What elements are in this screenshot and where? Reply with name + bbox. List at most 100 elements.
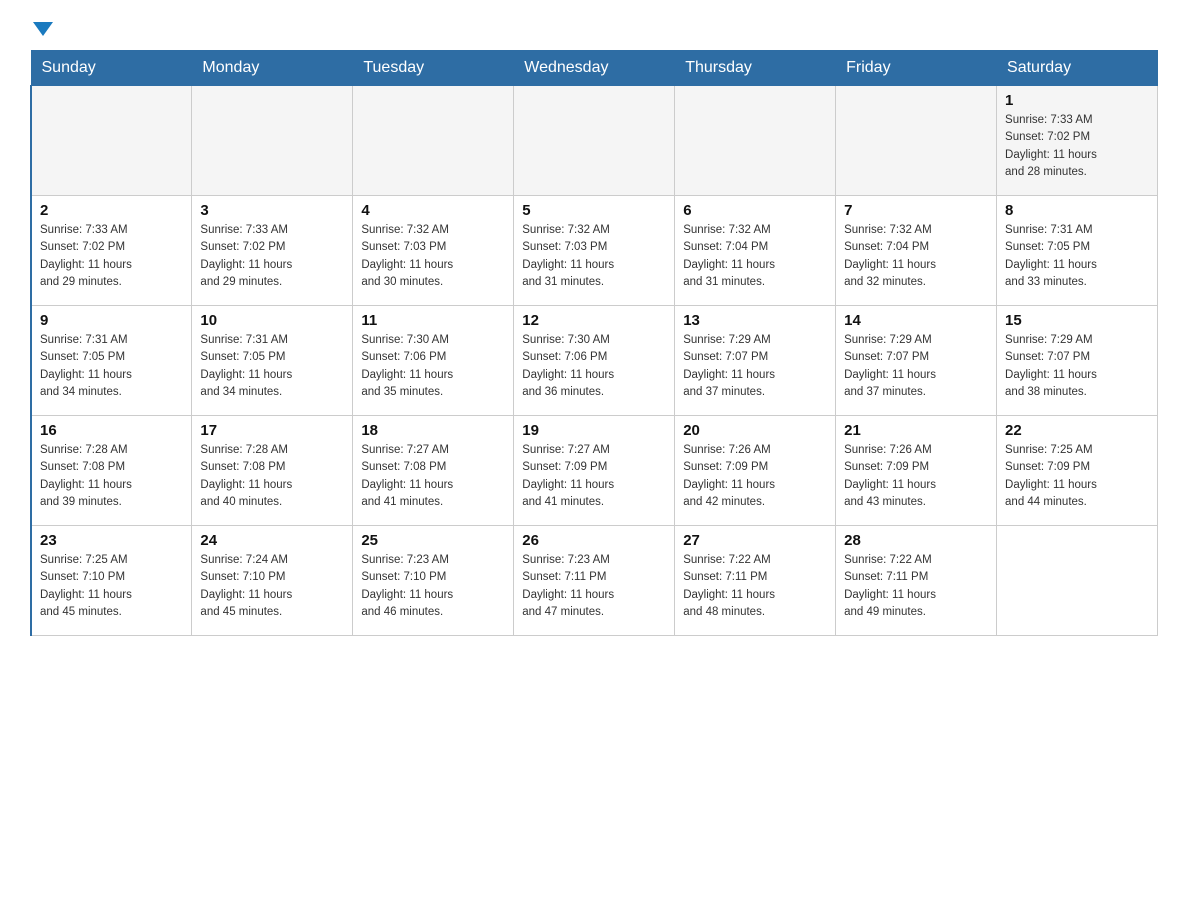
day-info: Sunrise: 7:32 AMSunset: 7:04 PMDaylight:… [683,222,827,291]
day-number: 25 [361,532,505,549]
day-number: 15 [1005,312,1149,329]
day-info: Sunrise: 7:22 AMSunset: 7:11 PMDaylight:… [683,552,827,621]
day-number: 10 [200,312,344,329]
calendar-cell: 8 Sunrise: 7:31 AMSunset: 7:05 PMDaylight… [997,196,1158,306]
calendar-cell [353,86,514,196]
calendar-cell: 25 Sunrise: 7:23 AMSunset: 7:10 PMDayligh… [353,526,514,636]
day-info: Sunrise: 7:29 AMSunset: 7:07 PMDaylight:… [844,332,988,401]
day-number: 9 [40,312,183,329]
calendar-cell: 1 Sunrise: 7:33 AMSunset: 7:02 PMDaylight… [997,86,1158,196]
calendar-cell: 27 Sunrise: 7:22 AMSunset: 7:11 PMDayligh… [675,526,836,636]
day-number: 4 [361,202,505,219]
day-info: Sunrise: 7:22 AMSunset: 7:11 PMDaylight:… [844,552,988,621]
day-number: 13 [683,312,827,329]
day-info: Sunrise: 7:30 AMSunset: 7:06 PMDaylight:… [361,332,505,401]
day-number: 27 [683,532,827,549]
day-info: Sunrise: 7:28 AMSunset: 7:08 PMDaylight:… [200,442,344,511]
calendar-cell: 20 Sunrise: 7:26 AMSunset: 7:09 PMDayligh… [675,416,836,526]
day-info: Sunrise: 7:30 AMSunset: 7:06 PMDaylight:… [522,332,666,401]
day-info: Sunrise: 7:31 AMSunset: 7:05 PMDaylight:… [200,332,344,401]
day-info: Sunrise: 7:33 AMSunset: 7:02 PMDaylight:… [200,222,344,291]
calendar-cell: 7 Sunrise: 7:32 AMSunset: 7:04 PMDaylight… [836,196,997,306]
day-number: 8 [1005,202,1149,219]
day-number: 23 [40,532,183,549]
day-number: 14 [844,312,988,329]
day-number: 12 [522,312,666,329]
calendar-cell: 28Sunrise: 7:22 AMSunset: 7:11 PMDayligh… [836,526,997,636]
calendar-cell [31,86,192,196]
day-of-week-header: Sunday [31,51,192,86]
day-info: Sunrise: 7:33 AMSunset: 7:02 PMDaylight:… [1005,112,1149,181]
day-info: Sunrise: 7:32 AMSunset: 7:04 PMDaylight:… [844,222,988,291]
day-of-week-header: Friday [836,51,997,86]
day-number: 18 [361,422,505,439]
calendar-week-row: 9 Sunrise: 7:31 AMSunset: 7:05 PMDaylight… [31,306,1158,416]
day-info: Sunrise: 7:31 AMSunset: 7:05 PMDaylight:… [1005,222,1149,291]
day-of-week-header: Monday [192,51,353,86]
day-number: 6 [683,202,827,219]
day-number: 1 [1005,92,1149,109]
day-number: 11 [361,312,505,329]
day-number: 24 [200,532,344,549]
calendar-cell: 17 Sunrise: 7:28 AMSunset: 7:08 PMDayligh… [192,416,353,526]
calendar-cell: 16 Sunrise: 7:28 AMSunset: 7:08 PMDayligh… [31,416,192,526]
day-of-week-header: Thursday [675,51,836,86]
calendar-cell: 9Sunrise: 7:31 AMSunset: 7:05 PMDaylight… [31,306,192,416]
calendar-cell: 22Sunrise: 7:25 AMSunset: 7:09 PMDayligh… [997,416,1158,526]
calendar-cell: 5 Sunrise: 7:32 AMSunset: 7:03 PMDaylight… [514,196,675,306]
day-of-week-header: Wednesday [514,51,675,86]
calendar-cell: 14 Sunrise: 7:29 AMSunset: 7:07 PMDayligh… [836,306,997,416]
calendar-cell: 3 Sunrise: 7:33 AMSunset: 7:02 PMDaylight… [192,196,353,306]
day-of-week-header: Saturday [997,51,1158,86]
calendar-cell: 11 Sunrise: 7:30 AMSunset: 7:06 PMDayligh… [353,306,514,416]
day-of-week-header: Tuesday [353,51,514,86]
calendar-week-row: 23 Sunrise: 7:25 AMSunset: 7:10 PMDayligh… [31,526,1158,636]
day-info: Sunrise: 7:25 AMSunset: 7:10 PMDaylight:… [40,552,183,621]
calendar-cell: 26 Sunrise: 7:23 AMSunset: 7:11 PMDayligh… [514,526,675,636]
day-number: 7 [844,202,988,219]
calendar-week-row: 16 Sunrise: 7:28 AMSunset: 7:08 PMDayligh… [31,416,1158,526]
day-number: 5 [522,202,666,219]
calendar-cell [675,86,836,196]
logo-arrow-icon [33,22,53,36]
calendar-cell [514,86,675,196]
calendar-cell [192,86,353,196]
day-info: Sunrise: 7:23 AMSunset: 7:10 PMDaylight:… [361,552,505,621]
day-info: Sunrise: 7:27 AMSunset: 7:08 PMDaylight:… [361,442,505,511]
day-info: Sunrise: 7:29 AMSunset: 7:07 PMDaylight:… [683,332,827,401]
calendar-week-row: 1 Sunrise: 7:33 AMSunset: 7:02 PMDaylight… [31,86,1158,196]
day-info: Sunrise: 7:28 AMSunset: 7:08 PMDaylight:… [40,442,183,511]
day-info: Sunrise: 7:26 AMSunset: 7:09 PMDaylight:… [844,442,988,511]
calendar-cell: 2Sunrise: 7:33 AMSunset: 7:02 PMDaylight… [31,196,192,306]
calendar-cell: 15 Sunrise: 7:29 AMSunset: 7:07 PMDayligh… [997,306,1158,416]
day-number: 2 [40,202,183,219]
calendar-table: SundayMondayTuesdayWednesdayThursdayFrid… [30,50,1158,636]
day-info: Sunrise: 7:26 AMSunset: 7:09 PMDaylight:… [683,442,827,511]
calendar-cell: 19Sunrise: 7:27 AMSunset: 7:09 PMDayligh… [514,416,675,526]
calendar-header-row: SundayMondayTuesdayWednesdayThursdayFrid… [31,51,1158,86]
calendar-cell [836,86,997,196]
calendar-cell [997,526,1158,636]
calendar-cell: 21 Sunrise: 7:26 AMSunset: 7:09 PMDayligh… [836,416,997,526]
day-number: 17 [200,422,344,439]
calendar-week-row: 2 Sunrise: 7:33 AMSunset: 7:02 PMDaylight… [31,196,1158,306]
day-number: 21 [844,422,988,439]
day-info: Sunrise: 7:23 AMSunset: 7:11 PMDaylight:… [522,552,666,621]
calendar-cell: 12 Sunrise: 7:30 AMSunset: 7:06 PMDayligh… [514,306,675,416]
calendar-cell: 4Sunrise: 7:32 AMSunset: 7:03 PMDaylight… [353,196,514,306]
day-number: 19 [522,422,666,439]
calendar-cell: 24Sunrise: 7:24 AMSunset: 7:10 PMDayligh… [192,526,353,636]
day-number: 22 [1005,422,1149,439]
calendar-cell: 23 Sunrise: 7:25 AMSunset: 7:10 PMDayligh… [31,526,192,636]
day-number: 26 [522,532,666,549]
day-info: Sunrise: 7:29 AMSunset: 7:07 PMDaylight:… [1005,332,1149,401]
day-number: 16 [40,422,183,439]
day-number: 20 [683,422,827,439]
calendar-cell: 6 Sunrise: 7:32 AMSunset: 7:04 PMDaylight… [675,196,836,306]
day-info: Sunrise: 7:32 AMSunset: 7:03 PMDaylight:… [522,222,666,291]
day-number: 3 [200,202,344,219]
logo [30,20,53,32]
calendar-cell: 13 Sunrise: 7:29 AMSunset: 7:07 PMDayligh… [675,306,836,416]
page-header [30,20,1158,32]
calendar-cell: 18 Sunrise: 7:27 AMSunset: 7:08 PMDayligh… [353,416,514,526]
